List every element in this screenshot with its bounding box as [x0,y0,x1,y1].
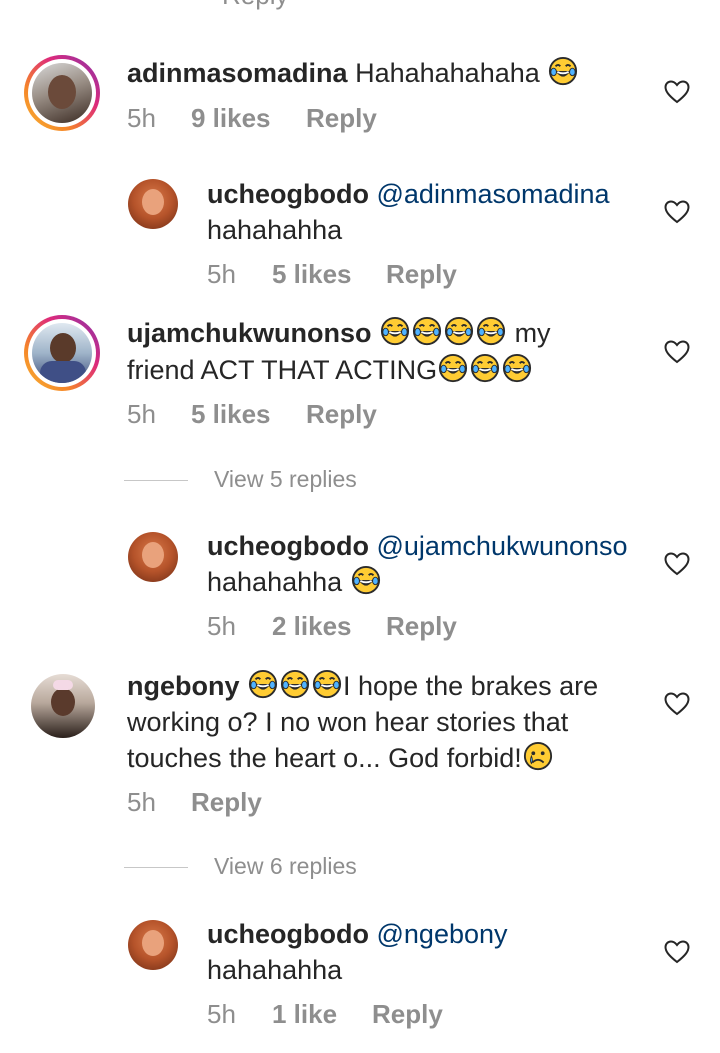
username[interactable]: ucheogbodo [207,531,369,561]
comment-body: hahahahha [207,215,343,245]
timestamp: 5h [127,103,156,133]
timestamp: 5h [207,259,236,289]
reply-button[interactable]: Reply [386,259,457,289]
face-with-tears-of-joy-emoji [548,56,578,86]
username[interactable]: ucheogbodo [207,179,369,209]
face-with-tears-of-joy-emoji [438,353,468,383]
username[interactable]: ujamchukwunonso [127,318,372,348]
avatar[interactable] [128,920,178,970]
comment-body: my [514,318,551,348]
mention-link[interactable]: @ujamchukwunonso [377,531,628,561]
avatar[interactable] [31,674,95,738]
reply-button[interactable]: Reply [191,787,262,817]
face-with-tears-of-joy-emoji [412,316,442,346]
heart-outline-icon[interactable] [664,340,690,364]
face-with-tears-of-joy-emoji [444,316,474,346]
comment-body-line2: friend ACT THAT ACTING [127,355,438,385]
view-replies-button[interactable]: View 5 replies [214,466,357,493]
reply-button[interactable]: Reply [306,399,377,429]
crying-face-emoji [523,741,553,771]
face-with-tears-of-joy-emoji [248,669,278,699]
face-with-tears-of-joy-emoji [380,316,410,346]
mention-link[interactable]: @ngebony [377,919,508,949]
face-with-tears-of-joy-emoji [280,669,310,699]
likes-count[interactable]: 5 likes [191,399,271,429]
comment-body: I hope the brakes are [343,671,599,701]
avatar[interactable] [24,55,100,131]
partial-reply-link[interactable]: Reply [222,0,288,12]
face-with-tears-of-joy-emoji [476,316,506,346]
timestamp: 5h [127,399,156,429]
likes-count[interactable]: 1 like [272,999,337,1029]
heart-outline-icon[interactable] [664,940,690,964]
comment-text: adinmasomadina Hahahahahaha [127,55,579,91]
reply-button[interactable]: Reply [386,611,457,641]
reply-button[interactable]: Reply [306,103,377,133]
username[interactable]: ucheogbodo [207,919,369,949]
avatar[interactable] [128,179,178,229]
face-with-tears-of-joy-emoji [470,353,500,383]
likes-count[interactable]: 2 likes [272,611,352,641]
reply-button[interactable]: Reply [372,999,443,1029]
timestamp: 5h [207,999,236,1029]
avatar[interactable] [24,315,100,391]
heart-outline-icon[interactable] [664,692,690,716]
timestamp: 5h [207,611,236,641]
likes-count[interactable]: 9 likes [191,103,271,133]
mention-link[interactable]: @adinmasomadina [377,179,610,209]
divider [124,480,188,481]
username[interactable]: ngebony [127,671,240,701]
divider [124,867,188,868]
view-replies-button[interactable]: View 6 replies [214,853,357,880]
comment-body-line2: working o? I no won hear stories that [127,707,569,737]
comment-body: hahahahha [207,567,343,597]
face-with-tears-of-joy-emoji [351,565,381,595]
comment-body-line3: touches the heart o... God forbid! [127,743,522,773]
username[interactable]: adinmasomadina [127,58,348,88]
comment-body: hahahahha [207,955,343,985]
face-with-tears-of-joy-emoji [312,669,342,699]
timestamp: 5h [127,787,156,817]
avatar[interactable] [128,532,178,582]
heart-outline-icon[interactable] [664,80,690,104]
heart-outline-icon[interactable] [664,200,690,224]
likes-count[interactable]: 5 likes [272,259,352,289]
face-with-tears-of-joy-emoji [502,353,532,383]
comment-body: Hahahahahaha [355,58,540,88]
heart-outline-icon[interactable] [664,552,690,576]
